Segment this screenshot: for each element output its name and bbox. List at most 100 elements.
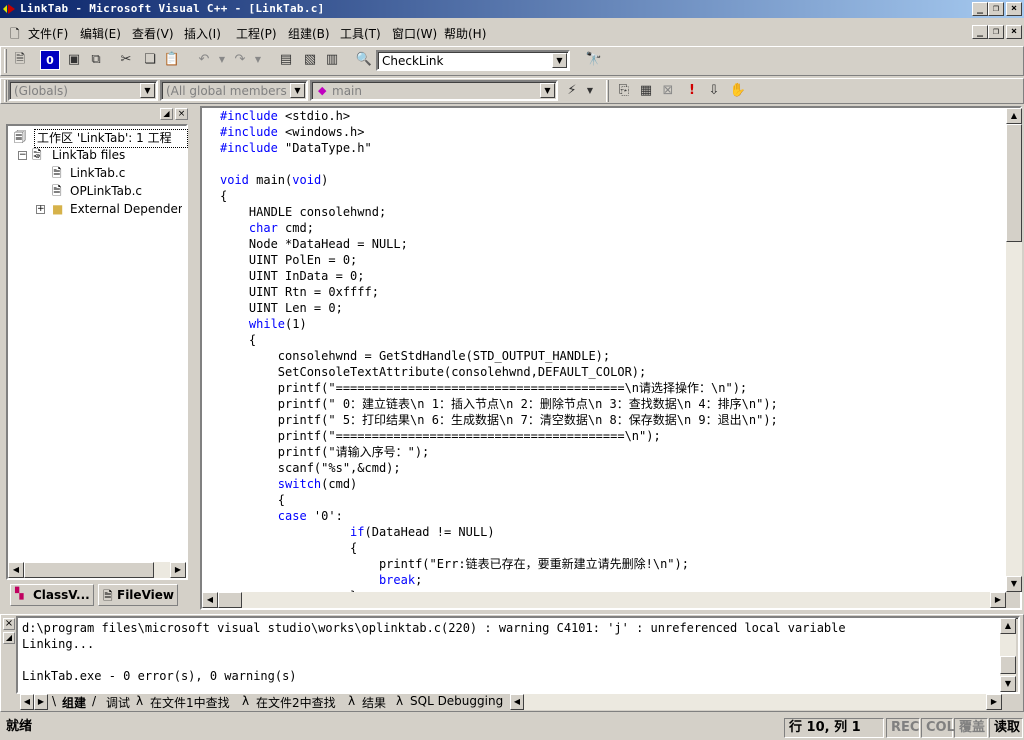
- menu-tools[interactable]: 工具(T): [340, 25, 381, 42]
- copy-icon[interactable]: ❏: [140, 50, 160, 70]
- tab-results[interactable]: 结果: [362, 694, 386, 711]
- tab-find-in-files-1[interactable]: 在文件1中查找: [150, 694, 230, 711]
- new-workspace-icon[interactable]: 0: [40, 50, 60, 70]
- tree-file[interactable]: 🗎 LinkTab.c: [12, 165, 182, 183]
- workspace-icon: 🗐: [14, 130, 26, 144]
- output-text[interactable]: d:\program files\microsoft visual studio…: [18, 618, 1002, 692]
- menu-insert[interactable]: 插入(I): [184, 25, 221, 42]
- undo-dropdown-icon[interactable]: ▼: [212, 50, 232, 70]
- chevron-down-icon[interactable]: ▼: [540, 83, 555, 98]
- execute-icon[interactable]: !: [682, 81, 702, 101]
- workspace-tree[interactable]: 🗐 工作区 'LinkTab': 1 工程 − 🗟 LinkTab files …: [8, 126, 188, 578]
- workspace-close-icon[interactable]: ×: [175, 108, 188, 120]
- scroll-up-icon[interactable]: ▲: [1006, 108, 1022, 124]
- scroll-up-icon[interactable]: ▲: [1000, 618, 1016, 634]
- scroll-left-icon[interactable]: ◀: [8, 562, 24, 578]
- menu-build[interactable]: 组建(B): [288, 25, 330, 42]
- scroll-down-icon[interactable]: ▼: [1000, 676, 1016, 692]
- output-close-icon[interactable]: ×: [3, 618, 15, 630]
- scrollbar-thumb[interactable]: [1006, 124, 1022, 242]
- compile-icon[interactable]: ⎘: [614, 81, 634, 101]
- editor-vscrollbar[interactable]: ▲ ▼: [1006, 108, 1022, 592]
- doc-minimize-button[interactable]: _: [972, 25, 988, 39]
- menu-edit[interactable]: 编辑(E): [80, 25, 121, 42]
- undo-icon[interactable]: ↶: [194, 50, 214, 70]
- expand-icon[interactable]: +: [36, 205, 45, 214]
- workspace-hscrollbar[interactable]: ◀ ▶: [8, 562, 186, 578]
- scrollbar-thumb[interactable]: [218, 592, 242, 608]
- output-vscrollbar[interactable]: ▲ ▼: [1000, 618, 1016, 692]
- menu-view[interactable]: 查看(V): [132, 25, 174, 42]
- tab-scroll-left-icon[interactable]: ◀: [20, 694, 34, 710]
- menu-file[interactable]: 文件(F): [28, 25, 68, 42]
- workspace-resize-icon[interactable]: ◢: [160, 108, 173, 120]
- stop-build-icon[interactable]: ⊠: [658, 81, 678, 101]
- scrollbar-thumb[interactable]: [24, 562, 154, 578]
- window-list-icon[interactable]: ▥: [322, 50, 342, 70]
- chevron-down-icon[interactable]: ▼: [140, 83, 155, 98]
- output-resize-icon[interactable]: ◢: [3, 632, 15, 644]
- redo-icon[interactable]: ↷: [230, 50, 250, 70]
- minimize-button[interactable]: _: [972, 2, 988, 16]
- tree-workspace-label[interactable]: 工作区 'LinkTab': 1 工程: [34, 129, 188, 148]
- breakpoint-hand-icon[interactable]: ✋: [728, 81, 748, 101]
- editor-hscrollbar[interactable]: ◀ ▶: [202, 592, 1006, 608]
- code-editor[interactable]: #include <stdio.h> #include <windows.h> #i…: [202, 108, 1006, 592]
- menu-project[interactable]: 工程(P): [236, 25, 277, 42]
- restore-button[interactable]: ❐: [988, 2, 1004, 16]
- code-line: case '0':: [220, 508, 343, 524]
- output-hscroll-track[interactable]: [524, 694, 986, 710]
- output-toggle-icon[interactable]: ▧: [300, 50, 320, 70]
- redo-dropdown-icon[interactable]: ▼: [248, 50, 268, 70]
- class-combo[interactable]: (Globals) ▼: [8, 80, 158, 101]
- members-combo[interactable]: (All global members ▼: [160, 80, 308, 101]
- save-all-icon[interactable]: ⧉: [86, 50, 106, 70]
- menu-help[interactable]: 帮助(H): [444, 25, 486, 42]
- scroll-right-icon[interactable]: ▶: [986, 694, 1002, 710]
- paste-icon[interactable]: 📋: [162, 50, 182, 70]
- wizard-bar-grip[interactable]: [4, 80, 7, 102]
- menu-window[interactable]: 窗口(W): [392, 25, 437, 42]
- wizard-dropdown-icon[interactable]: ▼: [580, 81, 600, 101]
- build-icon[interactable]: ▦: [636, 81, 656, 101]
- scroll-down-icon[interactable]: ▼: [1006, 576, 1022, 592]
- function-combo[interactable]: ◆ main ▼: [310, 80, 558, 101]
- find-in-files-icon[interactable]: 🔍: [354, 50, 374, 70]
- new-text-file-icon[interactable]: 🗎: [10, 50, 30, 70]
- chevron-down-icon[interactable]: ▼: [290, 83, 305, 98]
- tab-classview[interactable]: ▚ ClassV...: [10, 584, 94, 606]
- visual-cpp-app-icon[interactable]: [2, 2, 16, 16]
- cut-icon[interactable]: ✂: [116, 50, 136, 70]
- title-bar[interactable]: LinkTab - Microsoft Visual C++ - [LinkTa…: [0, 0, 1024, 18]
- workspace-toggle-icon[interactable]: ▤: [276, 50, 296, 70]
- toolbar-grip[interactable]: [4, 49, 7, 73]
- search-binoculars-icon[interactable]: 🔭: [584, 50, 604, 70]
- chevron-down-icon[interactable]: ▼: [552, 53, 567, 68]
- scroll-right-icon[interactable]: ▶: [990, 592, 1006, 608]
- doc-restore-button[interactable]: ❐: [988, 25, 1004, 39]
- scroll-left-icon[interactable]: ◀: [510, 694, 524, 710]
- scroll-left-icon[interactable]: ◀: [202, 592, 218, 608]
- close-button[interactable]: ×: [1006, 2, 1022, 16]
- tab-sql-debugging[interactable]: SQL Debugging: [410, 694, 503, 708]
- code-line: if(DataHead != NULL): [220, 524, 495, 540]
- tree-folder[interactable]: + ■ External Dependencies: [12, 201, 182, 219]
- code-line: UINT InData = 0;: [220, 268, 365, 284]
- tab-fileview[interactable]: 🗎 FileView: [98, 584, 178, 606]
- scrollbar-thumb[interactable]: [1000, 656, 1016, 674]
- tree-project[interactable]: − 🗟 LinkTab files: [12, 147, 182, 165]
- tab-build[interactable]: 组建: [62, 694, 86, 711]
- wizard-action-icon[interactable]: ⚡: [562, 81, 582, 101]
- find-combo[interactable]: CheckLink ▼: [376, 50, 570, 71]
- tab-scroll-right-icon[interactable]: ▶: [34, 694, 48, 710]
- scroll-right-icon[interactable]: ▶: [170, 562, 186, 578]
- go-icon[interactable]: ⇩: [704, 81, 724, 101]
- document-icon[interactable]: 🗋: [10, 25, 20, 46]
- doc-close-button[interactable]: ×: [1006, 25, 1022, 39]
- tab-find-in-files-2[interactable]: 在文件2中查找: [256, 694, 336, 711]
- tree-file[interactable]: 🗎 OPLinkTab.c: [12, 183, 182, 201]
- save-icon[interactable]: ▣: [64, 50, 84, 70]
- tab-debug[interactable]: 调试: [106, 694, 130, 711]
- collapse-icon[interactable]: −: [18, 151, 27, 160]
- build-toolbar-grip[interactable]: [606, 80, 609, 102]
